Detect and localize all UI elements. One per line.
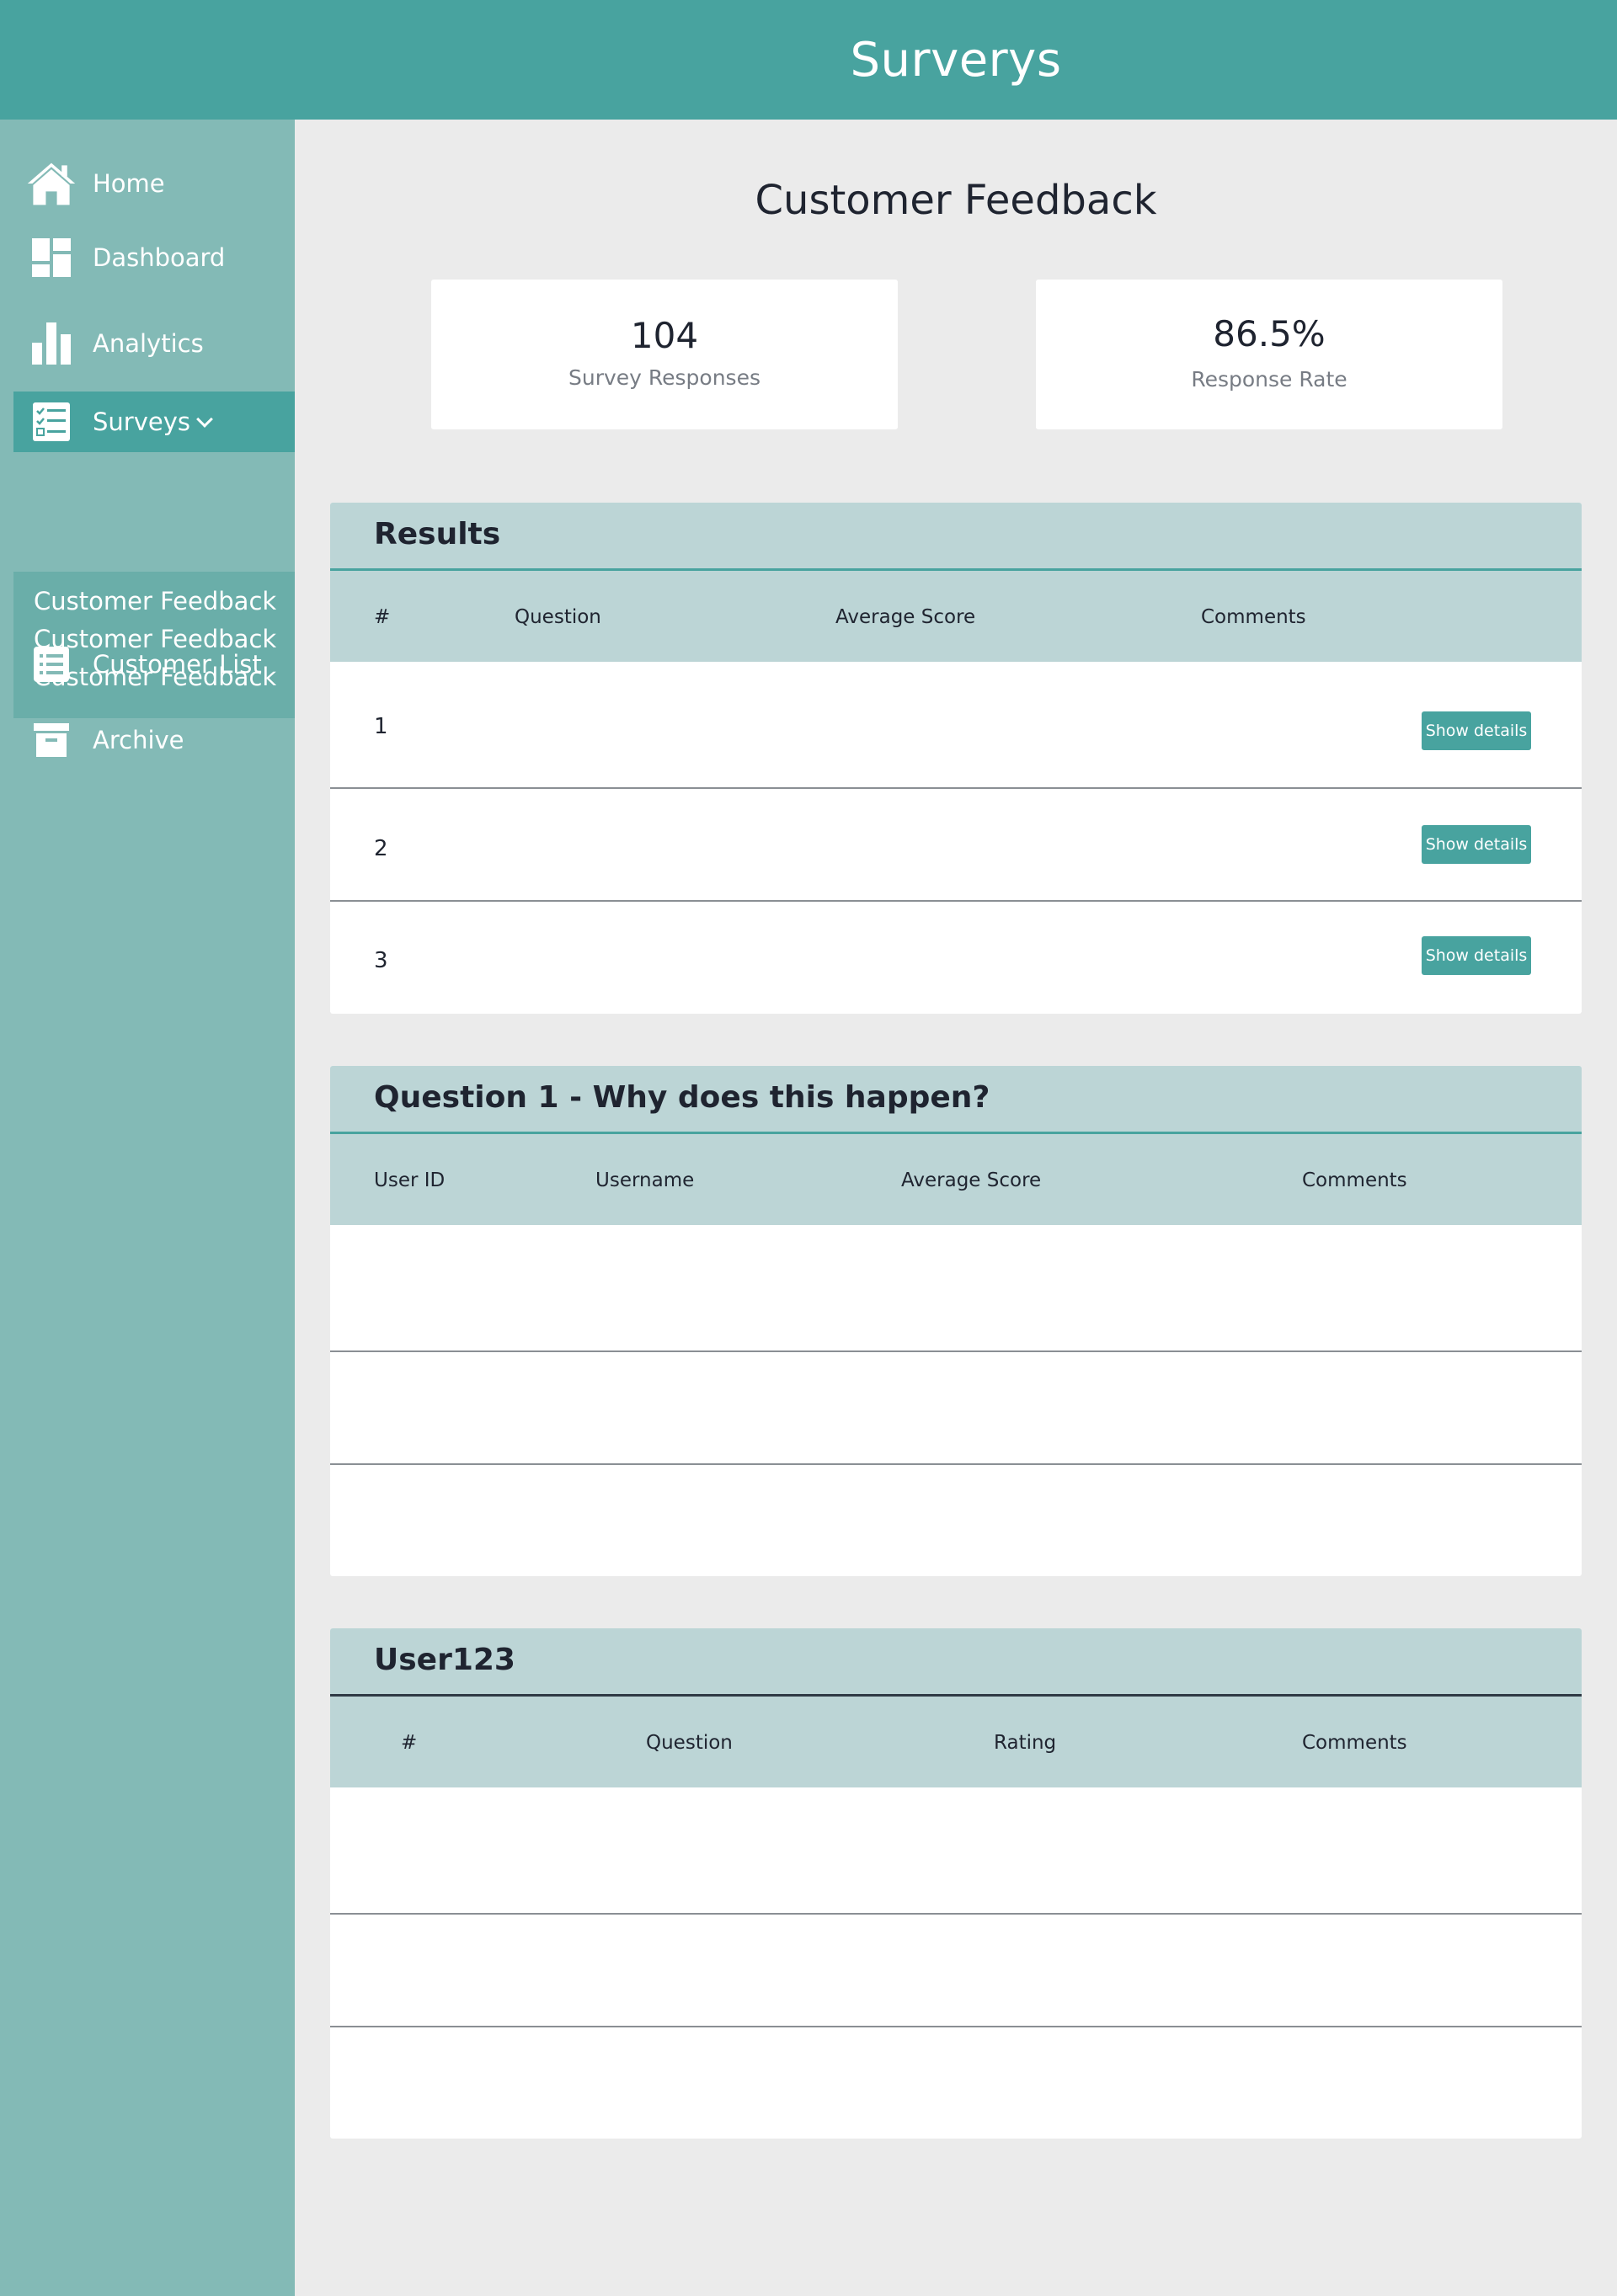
app-title: Surverys	[850, 32, 1062, 88]
app-header: Surverys	[0, 0, 1617, 120]
checklist-icon	[25, 396, 77, 448]
sidebar-item-customer-list[interactable]: Customer List	[0, 634, 295, 695]
row-number: 2	[374, 836, 388, 861]
show-details-button[interactable]: Show details	[1422, 936, 1531, 975]
table-row: 2 Show details	[330, 789, 1582, 902]
table-row	[330, 1465, 1582, 1576]
sidebar-item-label: Home	[93, 169, 165, 198]
dashboard-icon	[25, 232, 77, 284]
question-panel: Question 1 - Why does this happen? User …	[330, 1066, 1582, 1576]
column-header: Rating	[994, 1732, 1057, 1754]
show-details-button[interactable]: Show details	[1422, 825, 1531, 864]
sidebar-item-surveys[interactable]: Surveys	[13, 392, 295, 452]
column-header: #	[401, 1732, 418, 1754]
sidebar-item-archive[interactable]: Archive	[0, 710, 295, 770]
column-header: Comments	[1201, 606, 1306, 628]
column-header: Question	[515, 606, 601, 628]
user-panel: User123 # Question Rating Comments	[330, 1628, 1582, 2139]
table-row	[330, 1225, 1582, 1352]
chevron-down-icon	[196, 411, 213, 428]
row-number: 3	[374, 948, 388, 973]
table-row	[330, 2027, 1582, 2139]
stat-card-response-rate: 86.5% Response Rate	[1036, 280, 1502, 429]
column-header: Username	[595, 1169, 695, 1191]
table-row	[330, 1915, 1582, 2027]
column-header: Comments	[1302, 1169, 1407, 1191]
sidebar-item-analytics[interactable]: Analytics	[0, 313, 295, 374]
results-panel: Results # Question Average Score Comment…	[330, 503, 1582, 1014]
stat-value: 86.5%	[1213, 313, 1326, 354]
column-header: User ID	[374, 1169, 446, 1191]
submenu-item-customer-feedback[interactable]: Customer Feedback	[34, 587, 276, 615]
stat-value: 104	[630, 315, 699, 356]
sidebar-item-label: Archive	[93, 726, 184, 754]
panel-title: Results	[374, 517, 501, 551]
panel-title-bar: Question 1 - Why does this happen?	[330, 1066, 1582, 1132]
sidebar-item-label: Analytics	[93, 329, 204, 358]
page-title: Customer Feedback	[755, 177, 1157, 224]
panel-title-bar: Results	[330, 503, 1582, 568]
panel-title: User123	[374, 1643, 515, 1677]
list-icon	[25, 638, 77, 690]
table-row: 1 Show details	[330, 662, 1582, 789]
stat-card-survey-responses: 104 Survey Responses	[431, 280, 898, 429]
sidebar-item-home[interactable]: Home	[0, 153, 295, 214]
archive-icon	[25, 714, 77, 766]
column-header: Question	[646, 1732, 733, 1754]
sidebar-item-label: Customer List	[93, 650, 262, 679]
column-header: Comments	[1302, 1732, 1407, 1754]
main-content: Customer Feedback 104 Survey Responses 8…	[295, 120, 1617, 2296]
table-header: User ID Username Average Score Comments	[330, 1134, 1582, 1225]
column-header: Average Score	[901, 1169, 1042, 1191]
home-icon	[25, 157, 77, 210]
panel-title: Question 1 - Why does this happen?	[374, 1080, 990, 1115]
table-row: 3 Show details	[330, 902, 1582, 1014]
table-header: # Question Rating Comments	[330, 1697, 1582, 1787]
sidebar: Home Dashboard Analytics Surveys Custome…	[0, 120, 295, 2296]
table-header: # Question Average Score Comments	[330, 571, 1582, 662]
panel-title-bar: User123	[330, 1628, 1582, 1694]
sidebar-item-dashboard[interactable]: Dashboard	[0, 227, 295, 288]
stat-label: Response Rate	[1191, 367, 1348, 392]
table-row	[330, 1352, 1582, 1465]
column-header: Average Score	[835, 606, 976, 628]
sidebar-item-label: Dashboard	[93, 243, 226, 272]
table-row	[330, 1787, 1582, 1915]
row-number: 1	[374, 714, 388, 739]
bar-chart-icon	[25, 317, 77, 370]
stat-label: Survey Responses	[568, 365, 760, 390]
sidebar-item-label: Surveys	[93, 408, 213, 436]
show-details-button[interactable]: Show details	[1422, 711, 1531, 750]
column-header: #	[374, 606, 391, 628]
